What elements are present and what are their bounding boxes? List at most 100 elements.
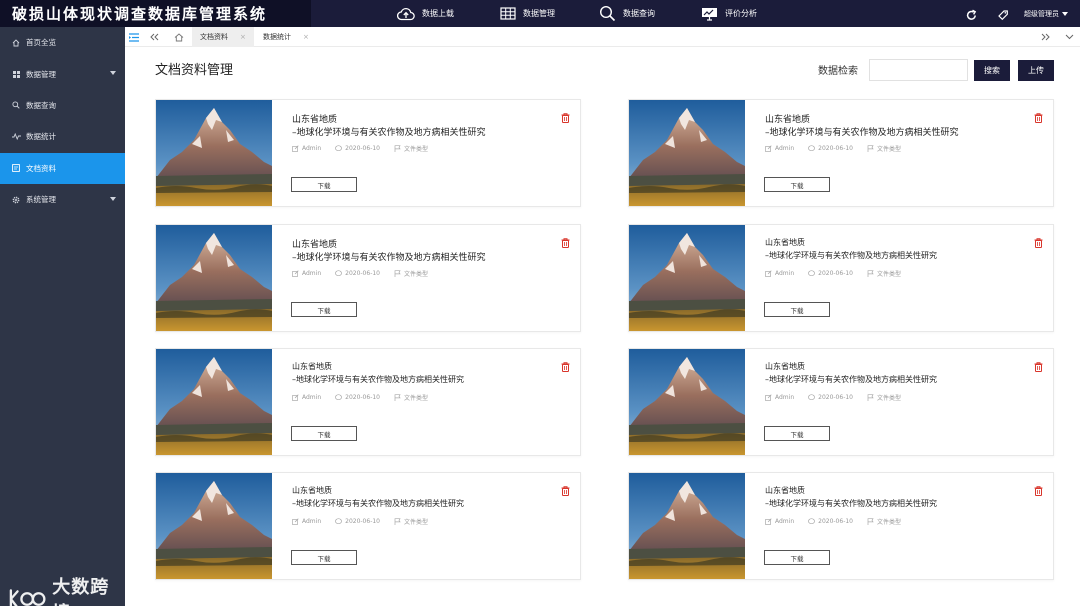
comment-icon xyxy=(808,270,815,277)
flag-icon xyxy=(394,518,401,525)
trash-icon[interactable] xyxy=(1034,108,1043,127)
tab-documents[interactable]: 文档资料 × xyxy=(192,27,254,47)
edit-icon xyxy=(292,394,299,401)
document-title: –地球化学环境与有关农作物及地方病相关性研究 xyxy=(292,499,464,508)
document-title: –地球化学环境与有关农作物及地方病相关性研究 xyxy=(765,375,937,384)
scroll-right-icon[interactable] xyxy=(1036,27,1054,47)
trash-icon[interactable] xyxy=(561,357,570,376)
home-tab-icon[interactable] xyxy=(169,27,189,47)
download-button[interactable]: 下载 xyxy=(291,550,357,565)
topnav-upload[interactable]: 数据上载 xyxy=(397,0,454,27)
download-button[interactable]: 下载 xyxy=(291,177,357,192)
topnav-analysis-label: 评价分析 xyxy=(725,9,757,18)
flag-icon xyxy=(394,394,401,401)
refresh-icon[interactable] xyxy=(966,6,977,25)
tab-data-stats[interactable]: 数据统计 × xyxy=(255,27,317,47)
document-thumbnail xyxy=(629,100,745,206)
search-button[interactable]: 搜索 xyxy=(974,60,1010,81)
sidebar-item-label: 首页全览 xyxy=(26,38,56,48)
document-author: Admin xyxy=(775,145,795,152)
document-thumbnail xyxy=(629,473,745,579)
topnav-analysis[interactable]: 评价分析 xyxy=(701,0,757,27)
upload-button[interactable]: 上传 xyxy=(1018,60,1054,81)
topnav-manage[interactable]: 数据管理 xyxy=(500,0,555,27)
edit-icon xyxy=(765,394,772,401)
document-region: 山东省地质 xyxy=(765,362,805,371)
document-type: 文件类型 xyxy=(877,519,902,526)
document-region: 山东省地质 xyxy=(765,486,805,495)
document-type: 文件类型 xyxy=(877,395,902,402)
document-author: Admin xyxy=(302,394,322,401)
trash-icon[interactable] xyxy=(561,233,570,252)
document-type: 文件类型 xyxy=(877,271,902,278)
close-icon[interactable]: × xyxy=(240,33,246,41)
comment-icon xyxy=(335,145,342,152)
sidebar-item-label: 数据管理 xyxy=(26,69,56,79)
search-input[interactable] xyxy=(869,59,968,81)
download-button[interactable]: 下载 xyxy=(764,550,830,565)
document-meta: Admin 2020-06-10 文件类型 xyxy=(292,517,442,526)
topnav-query[interactable]: 数据查询 xyxy=(599,0,655,27)
document-type: 文件类型 xyxy=(404,271,429,278)
document-author: Admin xyxy=(302,270,322,277)
topnav-upload-label: 数据上载 xyxy=(422,9,454,18)
tag-icon[interactable] xyxy=(997,6,1009,25)
monitor-chart-icon xyxy=(702,7,717,21)
flag-icon xyxy=(867,394,874,401)
document-date: 2020-06-10 xyxy=(345,394,380,401)
chevron-down-icon xyxy=(110,71,116,76)
trash-icon[interactable] xyxy=(561,481,570,500)
scroll-left-icon[interactable] xyxy=(145,27,163,47)
trash-icon[interactable] xyxy=(561,108,570,127)
trash-icon[interactable] xyxy=(1034,357,1043,376)
document-card: 山东省地质 –地球化学环境与有关农作物及地方病相关性研究 Admin 2020-… xyxy=(155,348,581,456)
user-name: 超级管理员 xyxy=(1024,9,1059,18)
document-author: Admin xyxy=(302,145,322,152)
document-date: 2020-06-10 xyxy=(818,394,853,401)
comment-icon xyxy=(335,270,342,277)
table-grid-icon xyxy=(500,7,516,20)
sidebar-item-home[interactable]: 首页全览 xyxy=(0,27,125,58)
topnav-manage-label: 数据管理 xyxy=(523,9,555,18)
comment-icon xyxy=(808,518,815,525)
document-thumbnail xyxy=(156,225,272,331)
sidebar-item-system[interactable]: 系统管理 xyxy=(0,184,125,215)
sidebar-item-label: 数据统计 xyxy=(26,132,56,142)
download-button[interactable]: 下载 xyxy=(764,177,830,192)
comment-icon xyxy=(335,394,342,401)
document-title: –地球化学环境与有关农作物及地方病相关性研究 xyxy=(765,251,937,260)
download-button[interactable]: 下载 xyxy=(291,302,357,317)
user-menu[interactable]: 超级管理员 xyxy=(1024,0,1068,27)
document-card: 山东省地质 –地球化学环境与有关农作物及地方病相关性研究 Admin 2020-… xyxy=(628,348,1054,456)
document-card: 山东省地质 –地球化学环境与有关农作物及地方病相关性研究 Admin 2020-… xyxy=(155,224,581,332)
sidebar-item-documents[interactable]: 文档资料 xyxy=(0,152,125,184)
download-button[interactable]: 下载 xyxy=(291,426,357,441)
document-thumbnail xyxy=(156,349,272,455)
search-icon xyxy=(599,5,616,22)
pulse-icon xyxy=(11,133,21,141)
edit-icon xyxy=(292,270,299,277)
trash-icon[interactable] xyxy=(1034,481,1043,500)
document-card: 山东省地质 –地球化学环境与有关农作物及地方病相关性研究 Admin 2020-… xyxy=(628,472,1054,580)
close-icon[interactable]: × xyxy=(303,33,309,41)
document-title: –地球化学环境与有关农作物及地方病相关性研究 xyxy=(765,128,959,138)
menu-toggle-icon[interactable] xyxy=(125,27,143,47)
document-thumbnail xyxy=(629,225,745,331)
document-date: 2020-06-10 xyxy=(345,145,380,152)
sidebar-item-data-manage[interactable]: 数据管理 xyxy=(0,58,125,89)
document-card: 山东省地质 –地球化学环境与有关农作物及地方病相关性研究 Admin 2020-… xyxy=(628,224,1054,332)
watermark: 大数跨境 xyxy=(8,573,125,606)
document-type: 文件类型 xyxy=(877,146,902,153)
document-region: 山东省地质 xyxy=(765,238,805,247)
chevron-down-icon[interactable] xyxy=(1060,27,1078,47)
download-button[interactable]: 下载 xyxy=(764,426,830,441)
document-title: –地球化学环境与有关农作物及地方病相关性研究 xyxy=(765,499,937,508)
sidebar-item-data-stats[interactable]: 数据统计 xyxy=(0,121,125,152)
document-region: 山东省地质 xyxy=(292,115,338,125)
document-date: 2020-06-10 xyxy=(818,518,853,525)
download-button[interactable]: 下载 xyxy=(764,302,830,317)
sidebar-item-data-query[interactable]: 数据查询 xyxy=(0,90,125,121)
document-thumbnail xyxy=(629,349,745,455)
document-region: 山东省地质 xyxy=(292,240,338,250)
trash-icon[interactable] xyxy=(1034,233,1043,252)
